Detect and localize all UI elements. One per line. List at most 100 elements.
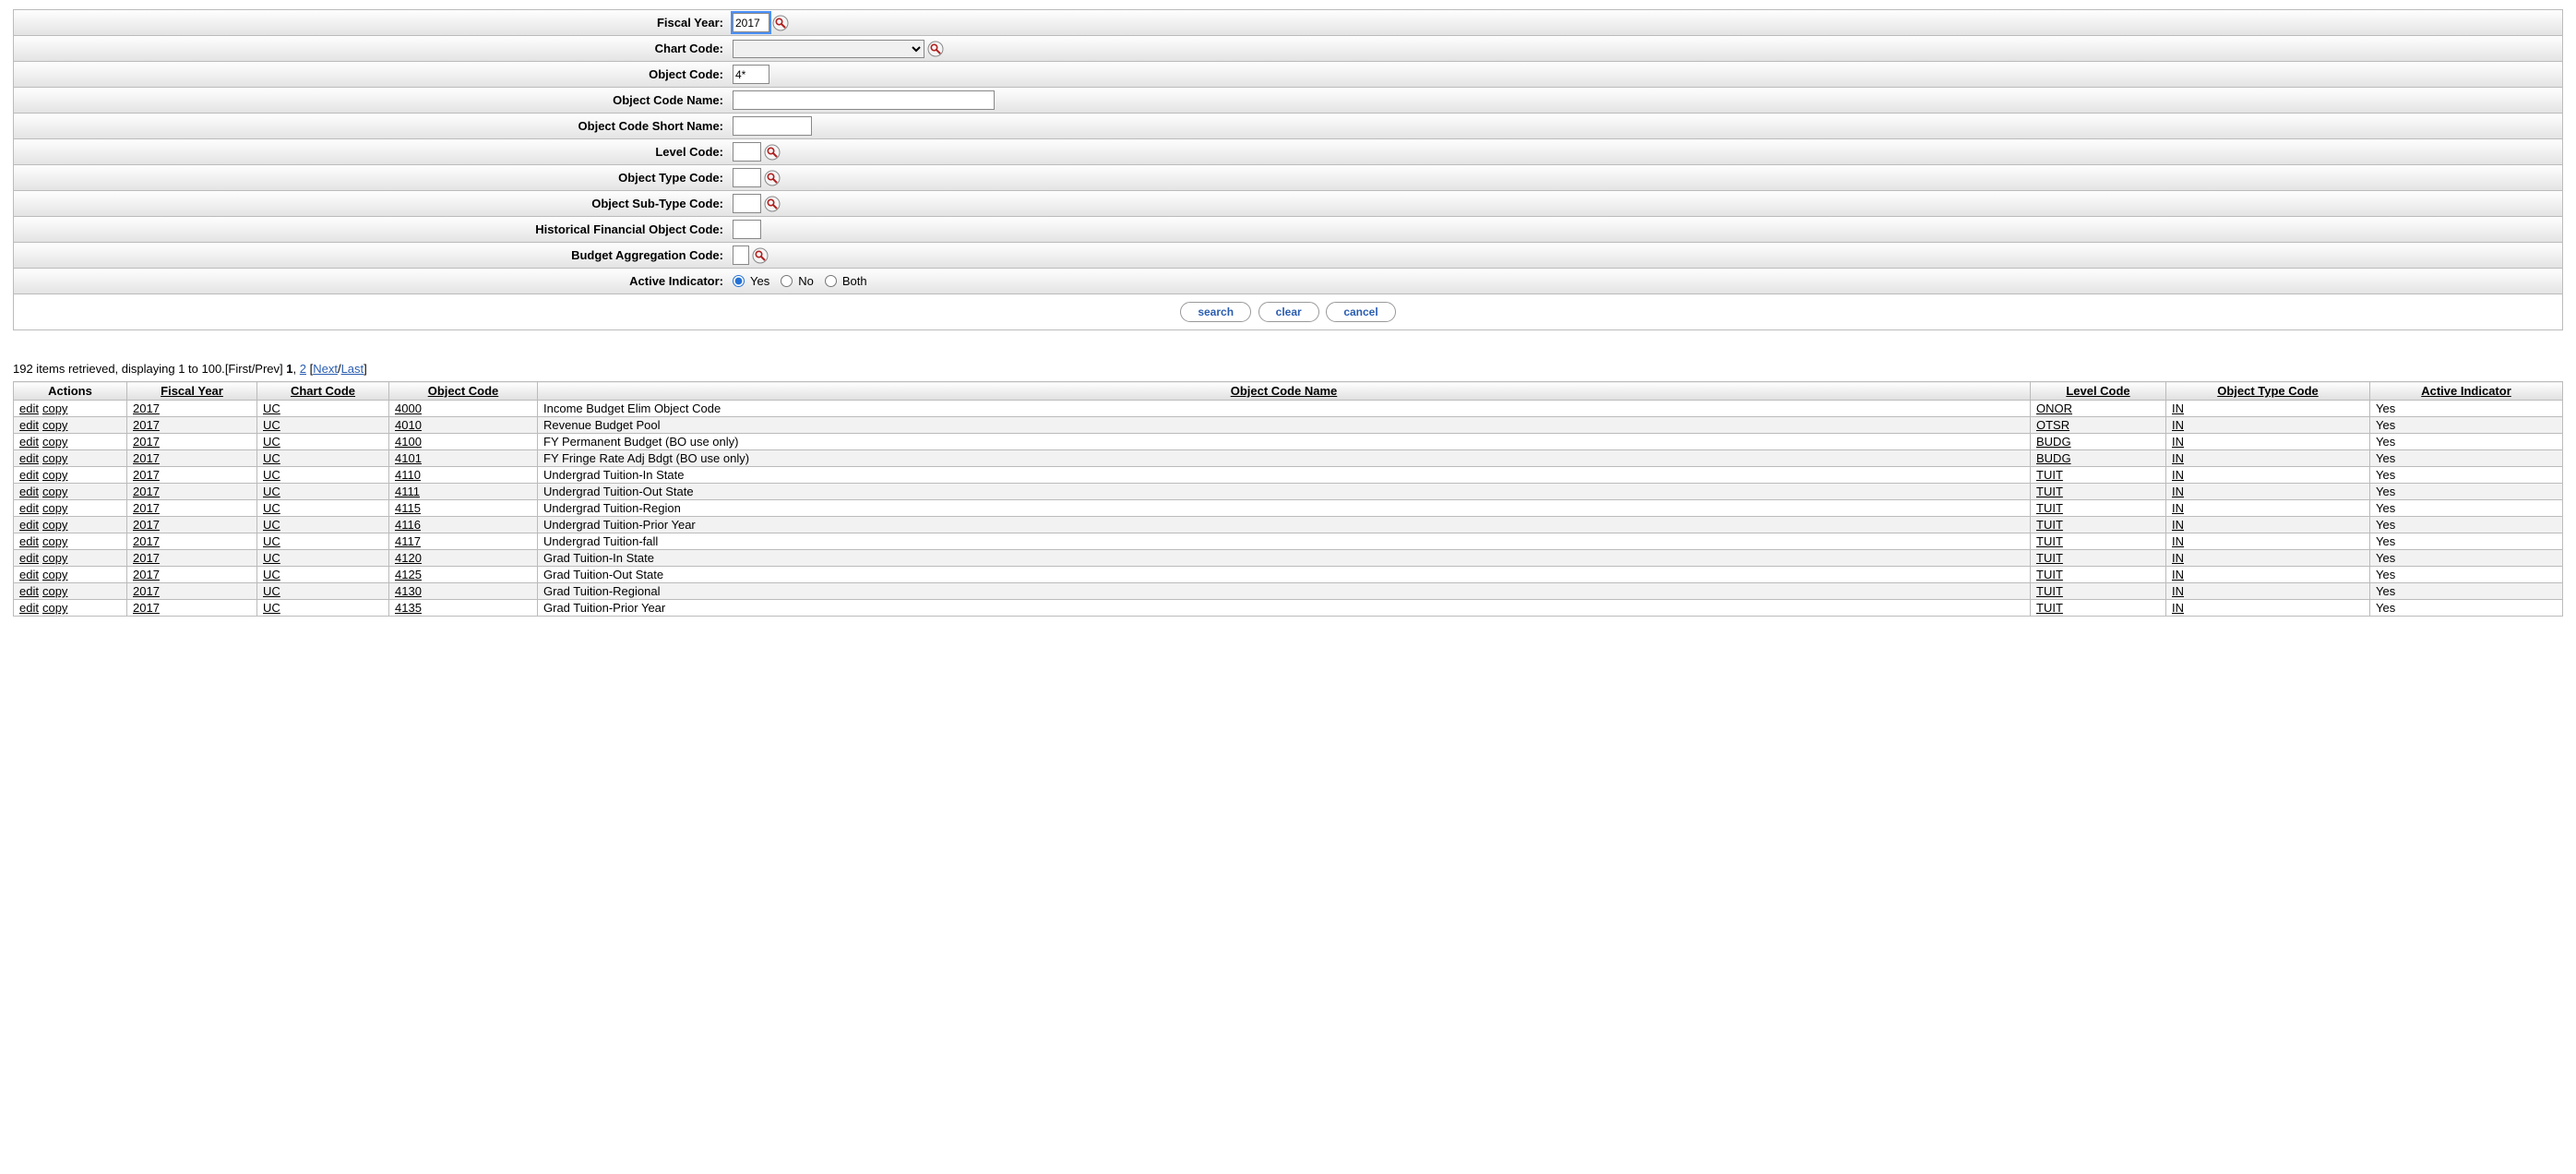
cell-link-type[interactable]: IN	[2172, 534, 2184, 548]
cell-link-obj[interactable]: 4111	[395, 485, 420, 498]
col-header[interactable]: Chart Code	[257, 382, 389, 401]
edit-link[interactable]: edit	[19, 601, 39, 615]
lookup-icon[interactable]	[772, 15, 789, 31]
cell-link-fy[interactable]: 2017	[133, 451, 160, 465]
radio-active-both[interactable]	[825, 275, 837, 287]
col-header[interactable]: Fiscal Year	[127, 382, 257, 401]
cell-link-chart[interactable]: UC	[263, 601, 280, 615]
cell-link-type[interactable]: IN	[2172, 584, 2184, 598]
cell-link-level[interactable]: TUIT	[2036, 518, 2063, 532]
cell-link-type[interactable]: IN	[2172, 485, 2184, 498]
col-header[interactable]: Object Code	[389, 382, 538, 401]
col-header[interactable]: Object Code Name	[538, 382, 2031, 401]
cell-link-chart[interactable]: UC	[263, 451, 280, 465]
cell-link-chart[interactable]: UC	[263, 435, 280, 449]
cell-link-level[interactable]: TUIT	[2036, 485, 2063, 498]
cell-link-fy[interactable]: 2017	[133, 485, 160, 498]
next-link[interactable]: Next	[313, 362, 338, 376]
input-object_code_short[interactable]	[733, 116, 812, 136]
copy-link[interactable]: copy	[42, 518, 67, 532]
edit-link[interactable]: edit	[19, 418, 39, 432]
input-object_code[interactable]	[733, 65, 769, 84]
radio-active-yes[interactable]	[733, 275, 745, 287]
cell-link-obj[interactable]: 4125	[395, 568, 422, 581]
edit-link[interactable]: edit	[19, 435, 39, 449]
cell-link-level[interactable]: BUDG	[2036, 451, 2071, 465]
edit-link[interactable]: edit	[19, 485, 39, 498]
copy-link[interactable]: copy	[42, 551, 67, 565]
cell-link-chart[interactable]: UC	[263, 501, 280, 515]
cell-link-obj[interactable]: 4120	[395, 551, 422, 565]
cell-link-chart[interactable]: UC	[263, 568, 280, 581]
last-link[interactable]: Last	[341, 362, 364, 376]
edit-link[interactable]: edit	[19, 534, 39, 548]
edit-link[interactable]: edit	[19, 551, 39, 565]
cell-link-chart[interactable]: UC	[263, 534, 280, 548]
cell-link-obj[interactable]: 4115	[395, 501, 421, 515]
edit-link[interactable]: edit	[19, 501, 39, 515]
cell-link-level[interactable]: TUIT	[2036, 534, 2063, 548]
input-object_subtype[interactable]	[733, 194, 761, 213]
col-header[interactable]: Level Code	[2031, 382, 2166, 401]
cell-link-fy[interactable]: 2017	[133, 518, 160, 532]
edit-link[interactable]: edit	[19, 568, 39, 581]
cell-link-type[interactable]: IN	[2172, 451, 2184, 465]
copy-link[interactable]: copy	[42, 584, 67, 598]
cell-link-type[interactable]: IN	[2172, 418, 2184, 432]
edit-link[interactable]: edit	[19, 451, 39, 465]
copy-link[interactable]: copy	[42, 534, 67, 548]
input-level_code[interactable]	[733, 142, 761, 162]
cell-link-type[interactable]: IN	[2172, 551, 2184, 565]
cell-link-fy[interactable]: 2017	[133, 601, 160, 615]
col-header[interactable]: Object Type Code	[2166, 382, 2370, 401]
input-budget_agg[interactable]	[733, 246, 749, 265]
cell-link-fy[interactable]: 2017	[133, 418, 160, 432]
cell-link-obj[interactable]: 4010	[395, 418, 422, 432]
cell-link-type[interactable]: IN	[2172, 401, 2184, 415]
cell-link-level[interactable]: BUDG	[2036, 435, 2071, 449]
copy-link[interactable]: copy	[42, 468, 67, 482]
clear-button[interactable]: clear	[1258, 302, 1319, 322]
cell-link-chart[interactable]: UC	[263, 418, 280, 432]
select-chart_code[interactable]	[733, 40, 924, 58]
cell-link-level[interactable]: TUIT	[2036, 584, 2063, 598]
copy-link[interactable]: copy	[42, 568, 67, 581]
cell-link-type[interactable]: IN	[2172, 468, 2184, 482]
col-header[interactable]: Active Indicator	[2370, 382, 2563, 401]
cell-link-type[interactable]: IN	[2172, 435, 2184, 449]
cell-link-obj[interactable]: 4000	[395, 401, 422, 415]
cell-link-fy[interactable]: 2017	[133, 568, 160, 581]
cell-link-fy[interactable]: 2017	[133, 401, 160, 415]
input-object_code_name[interactable]	[733, 90, 995, 110]
copy-link[interactable]: copy	[42, 485, 67, 498]
cell-link-fy[interactable]: 2017	[133, 584, 160, 598]
cell-link-chart[interactable]: UC	[263, 485, 280, 498]
copy-link[interactable]: copy	[42, 501, 67, 515]
lookup-icon[interactable]	[764, 196, 781, 212]
lookup-icon[interactable]	[764, 144, 781, 161]
lookup-icon[interactable]	[752, 247, 769, 264]
cell-link-chart[interactable]: UC	[263, 584, 280, 598]
search-button[interactable]: search	[1180, 302, 1251, 322]
radio-active-no[interactable]	[781, 275, 793, 287]
cell-link-level[interactable]: ONOR	[2036, 401, 2072, 415]
copy-link[interactable]: copy	[42, 601, 67, 615]
cell-link-fy[interactable]: 2017	[133, 501, 160, 515]
cell-link-level[interactable]: TUIT	[2036, 468, 2063, 482]
copy-link[interactable]: copy	[42, 418, 67, 432]
cell-link-obj[interactable]: 4101	[395, 451, 422, 465]
input-fiscal_year[interactable]	[733, 13, 769, 32]
cell-link-type[interactable]: IN	[2172, 568, 2184, 581]
cell-link-fy[interactable]: 2017	[133, 551, 160, 565]
cell-link-chart[interactable]: UC	[263, 468, 280, 482]
lookup-icon[interactable]	[927, 41, 944, 57]
cell-link-obj[interactable]: 4116	[395, 518, 421, 532]
cell-link-level[interactable]: OTSR	[2036, 418, 2069, 432]
edit-link[interactable]: edit	[19, 518, 39, 532]
edit-link[interactable]: edit	[19, 401, 39, 415]
cell-link-level[interactable]: TUIT	[2036, 601, 2063, 615]
cell-link-type[interactable]: IN	[2172, 501, 2184, 515]
lookup-icon[interactable]	[764, 170, 781, 186]
cancel-button[interactable]: cancel	[1326, 302, 1395, 322]
cell-link-obj[interactable]: 4100	[395, 435, 422, 449]
